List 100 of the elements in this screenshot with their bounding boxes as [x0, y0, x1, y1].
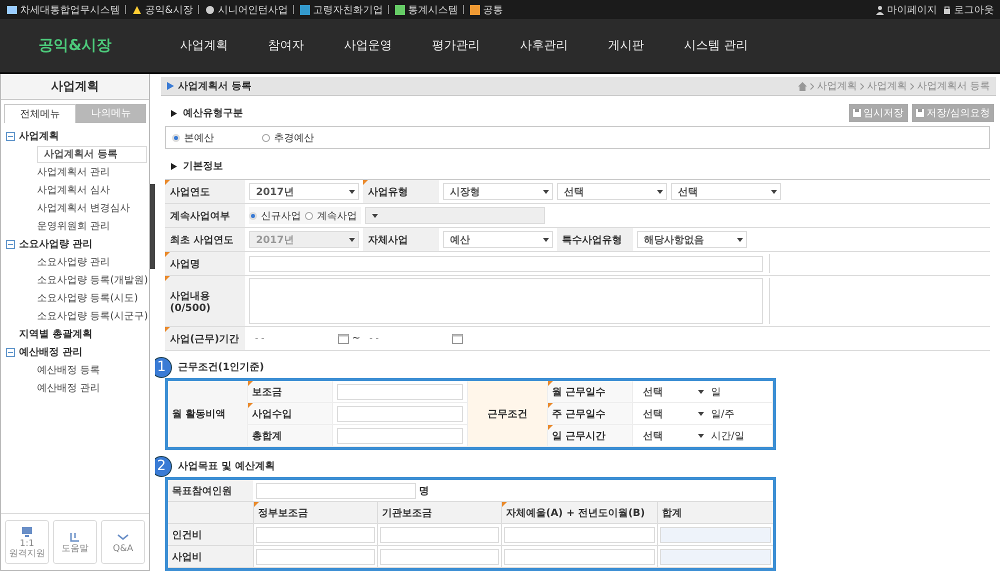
field-label: 사업수입 — [248, 403, 333, 425]
mypage-link[interactable]: 마이페이지 — [875, 2, 937, 16]
amount-input[interactable] — [380, 548, 499, 564]
radio-option[interactable]: 추경예산 — [262, 130, 352, 144]
column-header: 자체예울(A) + 전년도이월(B) — [501, 502, 657, 523]
step-badge: 1 — [155, 356, 172, 378]
amount-input[interactable] — [660, 548, 771, 564]
date-field[interactable]: - - — [249, 331, 335, 346]
submenu-item[interactable]: 소요사업량 등록(개발원) — [37, 273, 148, 287]
select-field[interactable]: 예산 — [443, 231, 553, 248]
unit-label: 일 — [711, 386, 721, 398]
nav-menu-item[interactable]: 사업계획 — [180, 37, 228, 54]
nav-menu-item[interactable]: 사후관리 — [520, 37, 568, 54]
select-field[interactable]: 시장형 — [443, 183, 553, 200]
home-icon — [798, 82, 807, 90]
unit-label: 일/주 — [711, 408, 734, 420]
section-title: 근무조건(1인기준) — [178, 361, 264, 374]
radio-icon[interactable] — [305, 212, 313, 220]
range-separator: ~ — [352, 333, 360, 344]
menu-item[interactable]: 지역별 총괄계획 — [19, 327, 92, 341]
system-link[interactable]: 통계시스템 — [394, 2, 458, 16]
submenu-item[interactable]: 소요사업량 등록(시군구) — [37, 309, 148, 323]
step-badge: 2 — [155, 456, 172, 476]
column-header: 기관보조금 — [377, 502, 501, 523]
text-input[interactable] — [249, 256, 763, 272]
menu-item[interactable]: 소요사업량 관리 — [19, 237, 92, 251]
menu-item[interactable]: 예산배정 관리 — [19, 345, 82, 359]
quick-button[interactable]: 1:1 원격지원 — [5, 520, 49, 564]
amount-input[interactable] — [337, 406, 463, 422]
nav-menu-item[interactable]: 사업운영 — [344, 37, 392, 54]
calendar-icon — [338, 333, 349, 344]
radio-option[interactable]: 신규사업 — [249, 208, 301, 222]
nav-menu-item[interactable]: 게시판 — [608, 37, 644, 54]
row-label: 인건비 — [168, 524, 253, 545]
unit-label: 시간/일 — [711, 430, 744, 442]
quick-button[interactable]: 도움말 — [53, 520, 97, 564]
row-label: 사업비 — [168, 546, 253, 567]
select-field[interactable]: 해당사항없음 — [637, 231, 747, 248]
triangle-icon — [171, 162, 177, 170]
field-label: 사업(근무)기간 — [165, 327, 245, 350]
radio-option[interactable]: 본예산 — [172, 130, 262, 144]
amount-input[interactable] — [380, 526, 499, 542]
field-label: 최초 사업연도 — [165, 228, 245, 251]
save-icon — [852, 109, 861, 117]
system-link[interactable]: 고령자친화기업 — [298, 2, 383, 16]
select-field[interactable]: 2017년 — [249, 183, 359, 200]
field-label: 특수사업유형 — [557, 228, 633, 251]
menu-item[interactable]: 사업계획 — [19, 129, 59, 143]
text-area[interactable] — [249, 278, 763, 324]
app-icon — [204, 4, 216, 16]
radio-option[interactable]: 계속사업 — [305, 208, 357, 222]
section-title: 예산유형구분 — [171, 106, 243, 120]
system-link[interactable]: 공익&시장 — [131, 2, 193, 16]
field-label: 목표참여인원 — [168, 480, 253, 501]
amount-input[interactable] — [256, 526, 375, 542]
amount-input[interactable] — [504, 526, 655, 542]
section-title: 기본정보 — [171, 159, 223, 173]
column-header: 정부보조금 — [253, 502, 377, 523]
submenu-item[interactable]: 사업계획서 변경심사 — [37, 201, 130, 215]
save-icon — [916, 109, 924, 117]
count-input[interactable] — [256, 482, 416, 498]
submenu-item[interactable]: 소요사업량 등록(시도) — [37, 291, 138, 305]
system-link[interactable]: 시니어인턴사업 — [204, 2, 288, 16]
calendar-icon — [452, 333, 464, 344]
column-header: 합계 — [657, 502, 773, 523]
submenu-item[interactable]: 사업계획서 심사 — [37, 183, 110, 197]
field-label: 보조금 — [248, 381, 333, 403]
logout-link[interactable]: 로그아웃 — [942, 2, 994, 16]
submenu-item[interactable]: 사업계획서 등록 — [37, 146, 147, 162]
group-label: 월 활동비액 — [168, 381, 248, 447]
submenu-item[interactable]: 사업계획서 관리 — [37, 165, 110, 179]
amount-input[interactable] — [337, 428, 463, 444]
amount-input[interactable] — [337, 384, 463, 400]
unit-label: 명 — [419, 484, 429, 498]
system-link[interactable]: 차세대통합업무시스템 — [6, 2, 120, 16]
nav-menu-item[interactable]: 참여자 — [268, 37, 304, 54]
select-field[interactable]: 선택 — [557, 183, 667, 200]
select-field[interactable]: 선택 — [671, 183, 781, 200]
amount-input[interactable] — [660, 526, 771, 542]
radio-icon[interactable] — [262, 134, 270, 142]
field-label: 사업내용 (0/500) — [165, 276, 245, 326]
field-label: 주 근무일수 — [548, 403, 633, 425]
menu-tab[interactable]: 전체메뉴 — [4, 104, 76, 123]
quick-button[interactable]: Q&A — [101, 520, 145, 564]
submenu-item[interactable]: 운영위원회 관리 — [37, 219, 110, 233]
amount-input[interactable] — [256, 548, 375, 564]
sidebar-title: 사업계획 — [1, 74, 149, 100]
submenu-item[interactable]: 예산배정 관리 — [37, 381, 100, 395]
app-icon — [468, 4, 481, 16]
submenu-item[interactable]: 소요사업량 관리 — [37, 255, 110, 269]
sidebar-toggle-handle[interactable] — [150, 184, 155, 269]
nav-menu-item[interactable]: 시스템 관리 — [684, 37, 748, 54]
system-link[interactable]: 공통 — [468, 2, 503, 16]
field-label: 월 근무일수 — [548, 381, 633, 403]
app-icon — [131, 4, 143, 16]
amount-input[interactable] — [504, 548, 655, 564]
date-field[interactable]: - - — [363, 331, 450, 346]
nav-menu-item[interactable]: 평가관리 — [432, 37, 480, 54]
person-icon — [875, 4, 885, 14]
submenu-item[interactable]: 예산배정 등록 — [37, 363, 100, 377]
